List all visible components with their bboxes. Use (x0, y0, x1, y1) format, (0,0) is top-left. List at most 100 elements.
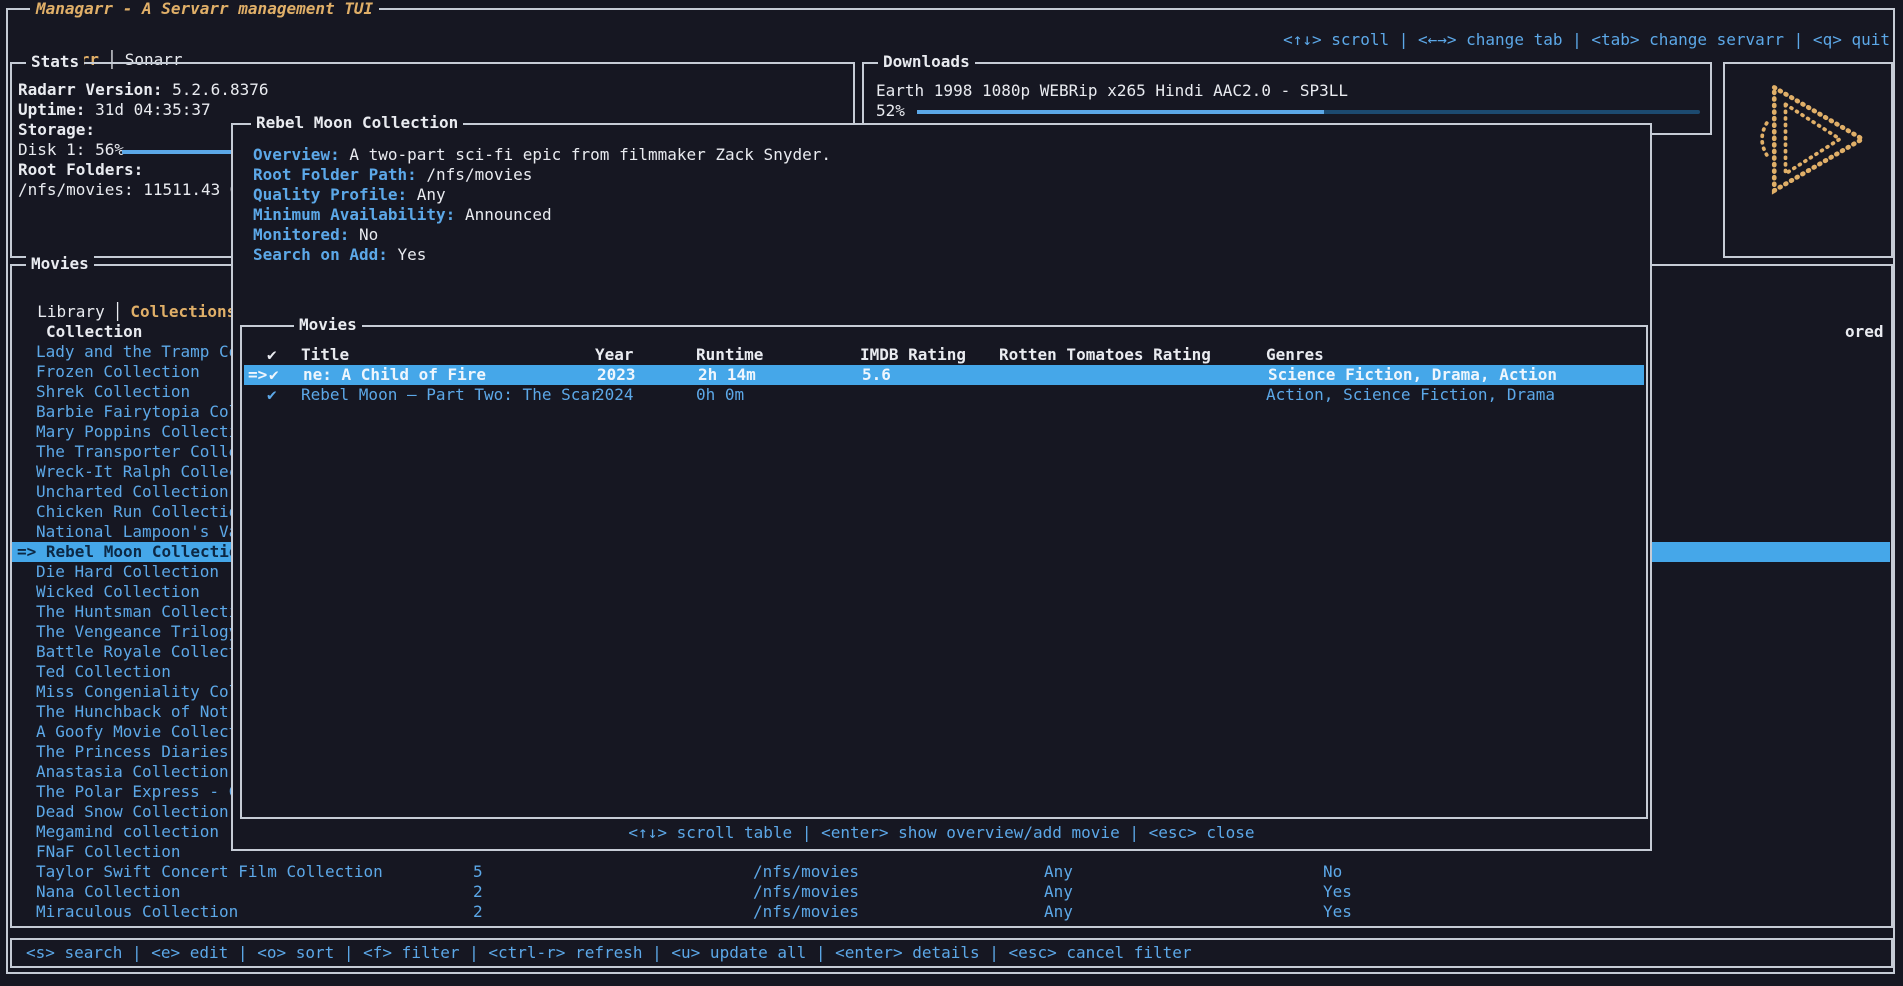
quality-profile: Any (1044, 882, 1073, 902)
movie-check-icon: ✔ (267, 385, 277, 405)
field-quality-profile-value: Any (417, 185, 446, 204)
movies-tab-separator: │ (113, 302, 123, 321)
collection-row[interactable]: Lady and the Tramp Co (36, 342, 238, 362)
field-root-folder-value: /nfs/movies (426, 165, 532, 184)
collection-row[interactable]: Die Hard Collection (36, 562, 219, 582)
collection-row[interactable]: Frozen Collection (36, 362, 200, 382)
movie-runtime-cell: 0h 0m (696, 385, 744, 405)
field-overview-label: Overview: (253, 145, 340, 164)
field-search-on-add-value: Yes (398, 245, 427, 264)
tab-library[interactable]: Library (37, 302, 104, 321)
movie-title-cell: Rebel Moon — Part Two: The Scar (301, 385, 600, 405)
movie-row-selected[interactable]: => ✔ ne: A Child of Fire 2023 2h 14m 5.6… (244, 365, 1644, 385)
download-item: Earth 1998 1080p WEBRip x265 Hindi AAC2.… (876, 81, 1348, 101)
collection-details-modal: Rebel Moon Collection Overview: A two-pa… (231, 123, 1652, 851)
collection-row[interactable]: Chicken Run Collectio (36, 502, 238, 522)
collection-row[interactable]: Ted Collection (36, 662, 171, 682)
collection-name: => Rebel Moon Collection (17, 542, 248, 562)
collection-row[interactable]: Uncharted Collection (36, 482, 229, 502)
collection-row[interactable]: Dead Snow Collection (36, 802, 229, 822)
stats-panel-title: Stats (26, 52, 84, 72)
radarr-version: Radarr Version: 5.2.6.8376 (18, 80, 268, 100)
servarr-tabs: Radarr│Sonarr (22, 30, 183, 50)
collection-row[interactable]: FNaF Collection (36, 842, 181, 862)
movies-tabs: Library│Collections (18, 282, 236, 302)
search-on-add: Yes (1323, 902, 1352, 922)
collection-name: Taylor Swift Concert Film Collection (36, 862, 383, 882)
col-runtime: Runtime (696, 345, 763, 365)
uptime: Uptime: 31d 04:35:37 (18, 100, 211, 120)
radarr-version-value: 5.2.6.8376 (172, 80, 268, 99)
movies-table-header: ✔ Title Year Runtime IMDB Rating Rotten … (242, 345, 1646, 365)
root-folder-path: /nfs/movies (753, 882, 859, 902)
collection-row[interactable]: Miss Congeniality Col (36, 682, 238, 702)
collection-row[interactable]: Megamind collection (36, 822, 219, 842)
download-progress-gauge (917, 110, 1700, 114)
root-folder-value: /nfs/movies: 11511.43 GB (18, 180, 249, 200)
movie-imdb-cell: 5.6 (862, 365, 891, 385)
modal-movies-table-title: Movies (294, 315, 362, 335)
tab-collections[interactable]: Collections (130, 302, 236, 321)
modal-movies-table: Movies ✔ Title Year Runtime IMDB Rating … (240, 325, 1648, 819)
collection-row[interactable]: The Huntsman Collecti (36, 602, 238, 622)
collection-row[interactable]: Wreck-It Ralph Collec (36, 462, 238, 482)
quality-profile: Any (1044, 902, 1073, 922)
movie-year-cell: 2024 (595, 385, 634, 405)
modal-title: Rebel Moon Collection (251, 113, 463, 133)
top-keybind-hints: <↑↓> scroll | <←→> change tab | <tab> ch… (1000, 30, 1890, 50)
collection-row[interactable]: The Transporter Colle (36, 442, 238, 462)
root-folder-path: /nfs/movies (753, 902, 859, 922)
collection-row[interactable]: Nana Collection2/nfs/moviesAnyYes (0, 882, 1893, 902)
field-search-on-add: Search on Add: Yes (253, 245, 426, 265)
collection-row[interactable]: The Vengeance Trilogy (36, 622, 238, 642)
root-folders-label: Root Folders: (18, 160, 143, 180)
movies-count: 5 (473, 862, 483, 882)
field-monitored-label: Monitored: (253, 225, 349, 244)
movies-count: 2 (473, 882, 483, 902)
movies-panel-title: Movies (26, 254, 94, 274)
monitored-header-fragment: ored (1845, 322, 1884, 342)
collection-row[interactable]: Mary Poppins Collecti (36, 422, 238, 442)
collection-name: Miraculous Collection (36, 902, 238, 922)
collection-row[interactable]: The Polar Express - C (36, 782, 238, 802)
collection-row[interactable]: Taylor Swift Concert Film Collection5/nf… (0, 862, 1893, 882)
uptime-value: 31d 04:35:37 (95, 100, 211, 119)
col-rotten-tomatoes-rating: Rotten Tomatoes Rating (999, 345, 1211, 365)
field-root-folder-label: Root Folder Path: (253, 165, 417, 184)
selection-marker: => (248, 365, 267, 385)
collection-row[interactable]: Wicked Collection (36, 582, 200, 602)
collection-row[interactable]: Shrek Collection (36, 382, 190, 402)
collection-row[interactable]: National Lampoon's Va (36, 522, 238, 542)
field-monitored: Monitored: No (253, 225, 378, 245)
movie-title-cell: ne: A Child of Fire (303, 365, 486, 385)
modal-keybind-hints: <↑↓> scroll table | <enter> show overvie… (233, 823, 1650, 843)
field-minimum-availability: Minimum Availability: Announced (253, 205, 552, 225)
collection-row[interactable]: Barbie Fairytopia Col (36, 402, 238, 422)
quality-profile: Any (1044, 862, 1073, 882)
movie-year-cell: 2023 (597, 365, 636, 385)
collection-row[interactable]: The Hunchback of Notr (36, 702, 238, 722)
collection-name: Nana Collection (36, 882, 181, 902)
uptime-label: Uptime: (18, 100, 85, 119)
collection-row[interactable]: Battle Royale Collect (36, 642, 238, 662)
field-search-on-add-label: Search on Add: (253, 245, 388, 264)
field-overview: Overview: A two-part sci-fi epic from fi… (253, 145, 831, 165)
radarr-version-label: Radarr Version: (18, 80, 163, 99)
field-monitored-value: No (359, 225, 378, 244)
movie-genres-cell: Science Fiction, Drama, Action (1268, 365, 1557, 385)
field-minimum-availability-label: Minimum Availability: (253, 205, 455, 224)
field-root-folder: Root Folder Path: /nfs/movies (253, 165, 532, 185)
disk-gauge-label: Disk 1: 56% (18, 140, 124, 160)
bottom-keybind-hints: <s> search | <e> edit | <o> sort | <f> f… (26, 943, 1192, 963)
radarr-logo (1733, 74, 1883, 204)
movie-runtime-cell: 2h 14m (698, 365, 756, 385)
movie-genres-cell: Action, Science Fiction, Drama (1266, 385, 1555, 405)
col-genres: Genres (1266, 345, 1324, 365)
field-quality-profile: Quality Profile: Any (253, 185, 446, 205)
collection-row[interactable]: Anastasia Collection (36, 762, 229, 782)
collection-row[interactable]: The Princess Diaries (36, 742, 229, 762)
col-imdb-rating: IMDB Rating (860, 345, 966, 365)
collection-row[interactable]: A Goofy Movie Collect (36, 722, 238, 742)
collection-row[interactable]: Miraculous Collection2/nfs/moviesAnyYes (0, 902, 1893, 922)
movie-row[interactable]: ✔ Rebel Moon — Part Two: The Scar 2024 0… (242, 385, 1646, 405)
